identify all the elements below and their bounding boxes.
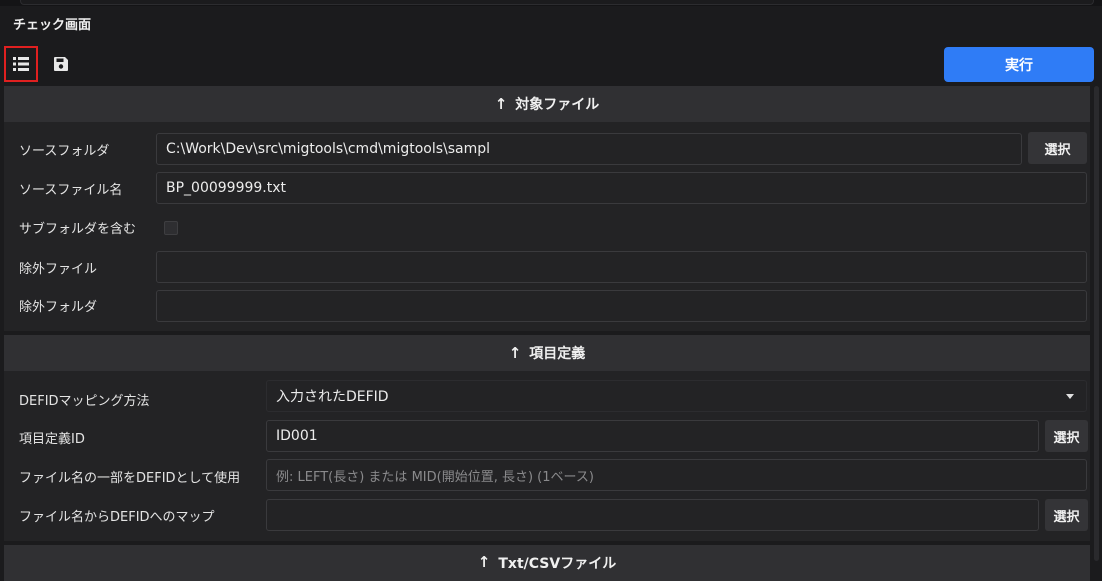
top-strip: [0, 0, 1102, 6]
scrollbar-thumb[interactable]: [1094, 86, 1099, 561]
list-view-button[interactable]: [4, 46, 38, 82]
defid-mapping-value: 入力されたDEFID: [276, 389, 389, 405]
save-icon: [54, 57, 68, 71]
section-header-item-definition[interactable]: ↑ 項目定義: [4, 335, 1090, 371]
source-file-input[interactable]: BP_00099999.txt: [156, 172, 1087, 204]
source-file-label: ソースファイル名: [19, 183, 123, 198]
filename-map-select-button[interactable]: 選択: [1045, 499, 1088, 531]
filename-part-input[interactable]: 例: LEFT(長さ) または MID(開始位置, 長さ) (1ベース): [266, 459, 1087, 491]
item-def-id-input[interactable]: ID001: [266, 420, 1039, 452]
collapse-arrow-icon: ↑: [477, 553, 491, 571]
section-title: 項目定義: [529, 346, 586, 362]
source-folder-select-button[interactable]: 選択: [1028, 132, 1087, 164]
exclude-folders-label: 除外フォルダ: [19, 300, 98, 315]
defid-mapping-select[interactable]: 入力されたDEFID: [266, 380, 1087, 412]
window-title: チェック画面: [13, 18, 92, 33]
include-subfolders-label: サブフォルダを含む: [19, 222, 137, 237]
defid-mapping-label: DEFIDマッピング方法: [19, 394, 150, 409]
collapse-arrow-icon: ↑: [494, 95, 508, 113]
exclude-files-input[interactable]: [156, 251, 1087, 283]
section-header-txt-csv[interactable]: ↑ Txt/CSVファイル: [4, 545, 1090, 581]
chevron-down-icon: [1066, 394, 1074, 399]
save-button[interactable]: [44, 46, 78, 82]
filename-map-input[interactable]: [266, 499, 1039, 531]
exclude-files-label: 除外ファイル: [19, 262, 98, 277]
source-folder-label: ソースフォルダ: [19, 144, 110, 159]
item-def-id-label: 項目定義ID: [19, 432, 85, 447]
filename-part-label: ファイル名の一部をDEFIDとして使用: [19, 471, 241, 486]
source-folder-input[interactable]: C:\Work\Dev\src\migtools\cmd\migtools\sa…: [156, 133, 1022, 165]
collapse-arrow-icon: ↑: [508, 344, 522, 362]
list-icon: [13, 57, 29, 71]
exclude-folders-input[interactable]: [156, 290, 1087, 322]
section-header-target-files[interactable]: ↑ 対象ファイル: [4, 86, 1090, 122]
section-title: Txt/CSVファイル: [498, 556, 617, 572]
item-def-id-select-button[interactable]: 選択: [1045, 420, 1088, 452]
filename-map-label: ファイル名からDEFIDへのマップ: [19, 510, 215, 525]
section-title: 対象ファイル: [515, 97, 600, 113]
include-subfolders-checkbox[interactable]: [164, 221, 178, 235]
run-button[interactable]: 実行: [944, 47, 1094, 82]
